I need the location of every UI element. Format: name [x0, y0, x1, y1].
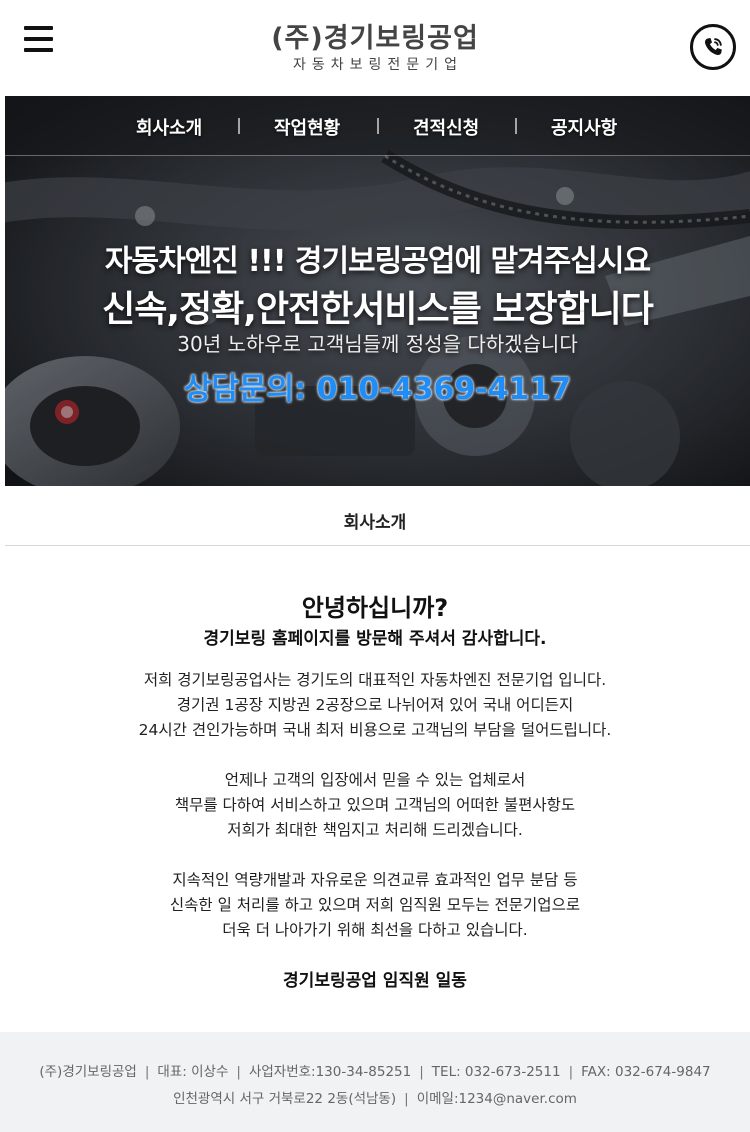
paragraph-line: 24시간 견인가능하며 국내 최저 비용으로 고객님의 부담을 덜어드립니다.	[138, 721, 612, 739]
hero-contact-phone[interactable]: 상담문의: 010-4369-4117	[5, 364, 750, 408]
footer-separator: |	[404, 1091, 409, 1107]
section-title: 회사소개	[343, 513, 407, 533]
footer-ceo: 대표: 이상수	[157, 1064, 229, 1080]
signature: 경기보링공업 임직원 일동	[283, 971, 467, 991]
hero-headline: 자동차엔진 !!! 경기보링공업에 맡겨주십시요	[104, 244, 651, 279]
nav-divider	[515, 118, 517, 134]
mission-paragraph: 지속적인 역량개발과 자유로운 의견교류 효과적인 업무 분담 등 신속한 일 …	[0, 868, 750, 943]
footer-fax: FAX: 032-674-9847	[581, 1064, 711, 1080]
greeting-subheading: 경기보링 홈페이지를 방문해 주셔서 감사합니다.	[203, 629, 547, 649]
hero-banner: 회사소개 작업현황 견적신청 공지사항 자동차엔진 !!! 경기보링공업에 맡겨…	[5, 96, 750, 486]
footer-separator: |	[144, 1064, 150, 1080]
footer-company-name: (주)경기보링공업	[39, 1064, 137, 1080]
section-divider	[5, 545, 750, 546]
footer-tel[interactable]: TEL: 032-673-2511	[432, 1064, 561, 1080]
phone-call-icon	[705, 38, 722, 55]
footer-business-number: 사업자번호:130-34-85251	[248, 1064, 412, 1080]
footer-separator: |	[236, 1064, 241, 1080]
footer-separator: |	[419, 1064, 424, 1080]
paragraph-line: 저희가 최대한 책임지고 처리해 드리겠습니다.	[227, 821, 523, 839]
paragraph-line: 신속한 일 처리를 하고 있으며 저희 임직원 모두는 전문기업으로	[169, 896, 581, 914]
hero-tagline: 신속,정확,안전한서비스를 보장합니다	[102, 289, 654, 330]
logo-subtitle: 자동차보링전문기업	[293, 57, 463, 73]
nav-divider	[238, 118, 240, 134]
footer-company-info: (주)경기보링공업 | 대표: 이상수 | 사업자번호:130-34-85251 | TEL…	[0, 1060, 750, 1080]
nav-item-company[interactable]: 회사소개	[136, 114, 202, 140]
paragraph-line: 언제나 고객의 입장에서 믿을 수 있는 업체로서	[224, 771, 526, 789]
hero-subtext: 30년 노하우로 고객님들께 정성을 다하겠습니다	[177, 332, 578, 356]
paragraph-line: 지속적인 역량개발과 자유로운 의견교류 효과적인 업무 분담 등	[172, 871, 578, 889]
paragraph-line: 더욱 더 나아가기 위해 최선을 다하고 있습니다.	[222, 921, 528, 939]
site-logo[interactable]: (주)경기보링공업 자동차보링전문기업	[0, 22, 750, 74]
phone-call-button[interactable]	[690, 24, 736, 70]
paragraph-line: 저희 경기보링공업사는 경기도의 대표적인 자동차엔진 전문기업 입니다.	[143, 671, 607, 689]
main-navigation: 회사소개 작업현황 견적신청 공지사항	[5, 96, 750, 156]
paragraph-line: 책무를 다하여 서비스하고 있으며 고객님의 어떠한 불편사항도	[174, 796, 576, 814]
nav-item-notice[interactable]: 공지사항	[551, 114, 617, 140]
footer-email[interactable]: 이메일:1234@naver.com	[417, 1091, 577, 1107]
footer-address: 인천광역시 서구 거북로22 2동(석남동)	[173, 1091, 397, 1107]
logo-title: (주)경기보링공업	[271, 23, 479, 54]
service-paragraph: 언제나 고객의 입장에서 믿을 수 있는 업체로서 책무를 다하여 서비스하고 …	[0, 768, 750, 843]
greeting-heading: 안녕하십니까?	[301, 594, 449, 622]
paragraph-line: 경기권 1공장 지방권 2공장으로 나뉘어져 있어 국내 어디든지	[176, 696, 574, 714]
intro-paragraph: 저희 경기보링공업사는 경기도의 대표적인 자동차엔진 전문기업 입니다. 경기…	[0, 668, 750, 743]
site-header: (주)경기보링공업 자동차보링전문기업	[0, 0, 750, 96]
footer-address-info: 인천광역시 서구 거북로22 2동(석남동) | 이메일:1234@naver.co…	[0, 1087, 750, 1107]
nav-divider	[377, 118, 379, 134]
nav-item-estimate[interactable]: 견적신청	[413, 114, 479, 140]
footer-separator: |	[568, 1064, 574, 1080]
site-footer: (주)경기보링공업 | 대표: 이상수 | 사업자번호:130-34-85251 | TEL…	[0, 1032, 750, 1132]
nav-item-work-status[interactable]: 작업현황	[274, 114, 340, 140]
